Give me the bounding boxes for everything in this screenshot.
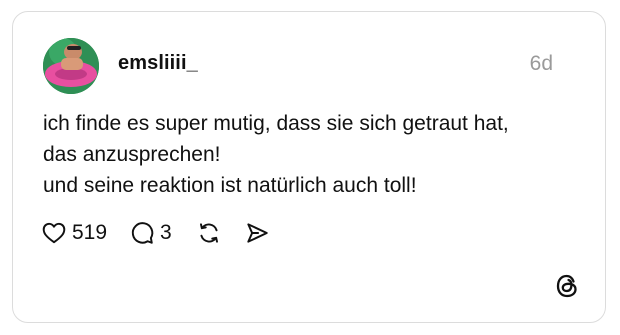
speech-bubble-icon (131, 222, 154, 244)
threads-logo-glyph (556, 274, 577, 298)
post-text-line: das anzusprechen! (43, 143, 221, 166)
username[interactable]: emsliiii_ (118, 52, 198, 75)
post-text-line: ich finde es super mutig, dass sie sich … (43, 112, 509, 135)
like-button[interactable]: 519 (41, 217, 107, 249)
repost-icon (199, 223, 218, 243)
post-text-line: und seine reaktion ist natürlich auch to… (43, 174, 417, 197)
avatar-image (43, 38, 99, 94)
post-timestamp: 6d (529, 52, 553, 75)
threads-logo-icon[interactable] (553, 272, 581, 300)
reply-count: 3 (160, 221, 172, 244)
post-card[interactable]: emsliiii_ 6d ich finde es super mutig, d… (12, 11, 606, 323)
repost-button[interactable] (196, 217, 222, 249)
reply-button[interactable]: 3 (129, 217, 172, 249)
heart-icon (42, 222, 66, 244)
post-actions: 519 3 (41, 217, 270, 249)
like-count: 519 (72, 221, 108, 244)
post-text: ich finde es super mutig, dass sie sich … (43, 108, 583, 201)
avatar[interactable] (43, 38, 99, 94)
share-button[interactable] (244, 217, 270, 249)
send-icon (247, 223, 268, 243)
